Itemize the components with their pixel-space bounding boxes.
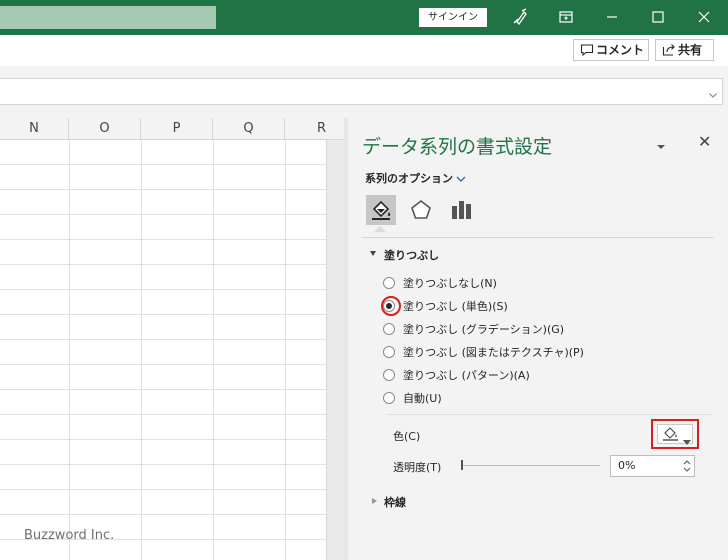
slider-thumb[interactable] <box>461 460 463 470</box>
pane-scrollbar[interactable] <box>720 118 728 560</box>
fill-section-header[interactable]: 塗りつぶし <box>384 247 439 263</box>
radio-label: 塗りつぶし (図またはテクスチャ)(P) <box>403 346 584 359</box>
comment-button[interactable]: コメント <box>573 39 649 61</box>
transparency-input[interactable]: 0% <box>610 455 695 477</box>
expand-arrow-icon[interactable] <box>372 498 377 504</box>
tab-pointer <box>374 226 386 232</box>
chevron-down-icon[interactable] <box>455 170 467 189</box>
format-data-series-pane: データ系列の書式設定 ✕ 系列のオプション 塗りつぶし 塗りつぶしなし(N) 塗… <box>344 118 728 560</box>
paint-bucket-icon <box>662 426 680 446</box>
share-label: 共有 <box>678 43 703 57</box>
column-header[interactable]: O <box>69 118 141 140</box>
signin-button[interactable]: サインイン <box>419 8 487 27</box>
comment-icon <box>580 43 594 63</box>
radio-label: 自動(U) <box>403 392 442 405</box>
radio-label: 塗りつぶし (グラデーション)(G) <box>403 323 565 336</box>
sheet-scrollbar[interactable] <box>326 140 344 560</box>
pane-title: データ系列の書式設定 <box>362 136 553 158</box>
title-bar: サインイン <box>0 0 728 35</box>
column-header[interactable]: N <box>0 118 69 140</box>
cell-grid[interactable] <box>0 140 326 560</box>
comment-label: コメント <box>596 43 645 57</box>
border-section-header[interactable]: 枠線 <box>384 494 406 510</box>
highlight-circle <box>381 296 401 316</box>
watermark: Buzzword Inc. <box>24 528 115 543</box>
series-options-icon[interactable] <box>446 195 476 225</box>
collapse-arrow-icon[interactable] <box>370 251 376 256</box>
radio-button[interactable] <box>383 392 395 404</box>
formula-input[interactable] <box>0 78 723 105</box>
color-label: 色(C) <box>393 430 421 443</box>
share-icon <box>662 43 676 63</box>
transparency-value: 0% <box>618 459 636 472</box>
worksheet: N O P Q R <box>0 118 344 560</box>
color-picker-button[interactable] <box>657 424 693 446</box>
radio-button[interactable] <box>383 346 395 358</box>
fill-line-icon[interactable] <box>366 195 396 225</box>
transparency-slider[interactable] <box>462 465 600 466</box>
title-field[interactable] <box>0 6 216 29</box>
command-bar: コメント 共有 <box>0 35 728 66</box>
column-header[interactable]: P <box>141 118 213 140</box>
minimize-icon[interactable] <box>601 6 623 28</box>
close-icon[interactable] <box>693 6 715 28</box>
effects-icon[interactable] <box>406 195 436 225</box>
radio-button[interactable] <box>383 369 395 381</box>
radio-label: 塗りつぶし (単色)(S) <box>403 300 508 313</box>
column-header-row: N O P Q R <box>0 118 344 140</box>
separator <box>386 414 712 415</box>
separator <box>362 237 714 238</box>
transparency-label: 透明度(T) <box>393 461 442 474</box>
pen-icon[interactable] <box>509 6 531 28</box>
share-button[interactable]: 共有 <box>655 39 714 61</box>
radio-label: 塗りつぶし (パターン)(A) <box>403 369 530 382</box>
radio-button[interactable] <box>383 277 395 289</box>
ribbon-display-icon[interactable] <box>555 6 577 28</box>
pane-close-icon[interactable]: ✕ <box>698 132 711 151</box>
chevron-down-icon <box>683 431 691 450</box>
maximize-icon[interactable] <box>647 6 669 28</box>
column-header[interactable]: Q <box>213 118 285 140</box>
radio-button[interactable] <box>383 323 395 335</box>
expand-formula-bar-icon[interactable] <box>708 85 718 104</box>
series-options-dropdown[interactable]: 系列のオプション <box>365 170 453 186</box>
column-header[interactable]: R <box>285 118 344 140</box>
spinner-icon[interactable] <box>683 458 691 474</box>
pane-options-icon[interactable] <box>656 136 666 155</box>
radio-label: 塗りつぶしなし(N) <box>403 277 497 290</box>
